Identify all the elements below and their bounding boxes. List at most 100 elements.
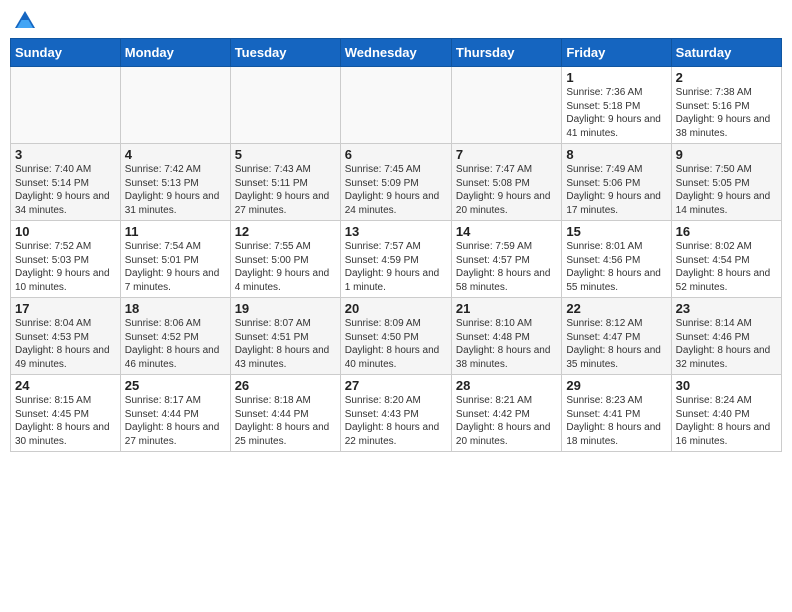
- day-info: Sunrise: 8:06 AM Sunset: 4:52 PM Dayligh…: [125, 317, 226, 371]
- day-info: Sunrise: 8:04 AM Sunset: 4:53 PM Dayligh…: [15, 317, 116, 371]
- calendar-cell: 13Sunrise: 7:57 AM Sunset: 4:59 PM Dayli…: [340, 221, 451, 298]
- day-info: Sunrise: 8:17 AM Sunset: 4:44 PM Dayligh…: [125, 394, 226, 448]
- page-header: [10, 10, 782, 30]
- calendar-cell: 8Sunrise: 7:49 AM Sunset: 5:06 PM Daylig…: [562, 144, 671, 221]
- day-info: Sunrise: 7:50 AM Sunset: 5:05 PM Dayligh…: [676, 163, 777, 217]
- day-number: 18: [125, 301, 226, 316]
- calendar-cell: 29Sunrise: 8:23 AM Sunset: 4:41 PM Dayli…: [562, 375, 671, 452]
- day-info: Sunrise: 7:43 AM Sunset: 5:11 PM Dayligh…: [235, 163, 336, 217]
- day-info: Sunrise: 7:55 AM Sunset: 5:00 PM Dayligh…: [235, 240, 336, 294]
- day-info: Sunrise: 7:52 AM Sunset: 5:03 PM Dayligh…: [15, 240, 116, 294]
- calendar-cell: 20Sunrise: 8:09 AM Sunset: 4:50 PM Dayli…: [340, 298, 451, 375]
- calendar-cell: 27Sunrise: 8:20 AM Sunset: 4:43 PM Dayli…: [340, 375, 451, 452]
- calendar-cell: 4Sunrise: 7:42 AM Sunset: 5:13 PM Daylig…: [120, 144, 230, 221]
- weekday-header: Friday: [562, 39, 671, 67]
- calendar-cell: 26Sunrise: 8:18 AM Sunset: 4:44 PM Dayli…: [230, 375, 340, 452]
- calendar-week-row: 24Sunrise: 8:15 AM Sunset: 4:45 PM Dayli…: [11, 375, 782, 452]
- calendar-cell: 2Sunrise: 7:38 AM Sunset: 5:16 PM Daylig…: [671, 67, 781, 144]
- logo-icon: [14, 10, 36, 30]
- day-number: 21: [456, 301, 557, 316]
- day-info: Sunrise: 7:42 AM Sunset: 5:13 PM Dayligh…: [125, 163, 226, 217]
- weekday-header: Tuesday: [230, 39, 340, 67]
- day-number: 25: [125, 378, 226, 393]
- calendar-cell: 11Sunrise: 7:54 AM Sunset: 5:01 PM Dayli…: [120, 221, 230, 298]
- day-number: 15: [566, 224, 666, 239]
- day-info: Sunrise: 7:40 AM Sunset: 5:14 PM Dayligh…: [15, 163, 116, 217]
- calendar-table: SundayMondayTuesdayWednesdayThursdayFrid…: [10, 38, 782, 452]
- day-number: 19: [235, 301, 336, 316]
- calendar-cell: [451, 67, 561, 144]
- day-info: Sunrise: 8:20 AM Sunset: 4:43 PM Dayligh…: [345, 394, 447, 448]
- calendar-cell: [230, 67, 340, 144]
- day-info: Sunrise: 7:59 AM Sunset: 4:57 PM Dayligh…: [456, 240, 557, 294]
- day-number: 5: [235, 147, 336, 162]
- day-info: Sunrise: 8:21 AM Sunset: 4:42 PM Dayligh…: [456, 394, 557, 448]
- calendar-cell: 3Sunrise: 7:40 AM Sunset: 5:14 PM Daylig…: [11, 144, 121, 221]
- calendar-cell: 21Sunrise: 8:10 AM Sunset: 4:48 PM Dayli…: [451, 298, 561, 375]
- weekday-header: Monday: [120, 39, 230, 67]
- calendar-week-row: 3Sunrise: 7:40 AM Sunset: 5:14 PM Daylig…: [11, 144, 782, 221]
- day-number: 14: [456, 224, 557, 239]
- day-info: Sunrise: 8:15 AM Sunset: 4:45 PM Dayligh…: [15, 394, 116, 448]
- day-number: 11: [125, 224, 226, 239]
- day-number: 24: [15, 378, 116, 393]
- day-number: 22: [566, 301, 666, 316]
- calendar-cell: [340, 67, 451, 144]
- day-info: Sunrise: 8:10 AM Sunset: 4:48 PM Dayligh…: [456, 317, 557, 371]
- calendar-cell: 12Sunrise: 7:55 AM Sunset: 5:00 PM Dayli…: [230, 221, 340, 298]
- day-info: Sunrise: 7:36 AM Sunset: 5:18 PM Dayligh…: [566, 86, 666, 140]
- day-number: 26: [235, 378, 336, 393]
- day-info: Sunrise: 8:23 AM Sunset: 4:41 PM Dayligh…: [566, 394, 666, 448]
- day-info: Sunrise: 8:02 AM Sunset: 4:54 PM Dayligh…: [676, 240, 777, 294]
- day-info: Sunrise: 7:54 AM Sunset: 5:01 PM Dayligh…: [125, 240, 226, 294]
- calendar-cell: 15Sunrise: 8:01 AM Sunset: 4:56 PM Dayli…: [562, 221, 671, 298]
- day-number: 27: [345, 378, 447, 393]
- day-info: Sunrise: 7:49 AM Sunset: 5:06 PM Dayligh…: [566, 163, 666, 217]
- calendar-cell: 28Sunrise: 8:21 AM Sunset: 4:42 PM Dayli…: [451, 375, 561, 452]
- calendar-cell: 14Sunrise: 7:59 AM Sunset: 4:57 PM Dayli…: [451, 221, 561, 298]
- day-number: 17: [15, 301, 116, 316]
- calendar-cell: 5Sunrise: 7:43 AM Sunset: 5:11 PM Daylig…: [230, 144, 340, 221]
- day-number: 12: [235, 224, 336, 239]
- weekday-header: Saturday: [671, 39, 781, 67]
- day-number: 8: [566, 147, 666, 162]
- calendar-week-row: 1Sunrise: 7:36 AM Sunset: 5:18 PM Daylig…: [11, 67, 782, 144]
- weekday-header: Sunday: [11, 39, 121, 67]
- weekday-header: Wednesday: [340, 39, 451, 67]
- day-number: 23: [676, 301, 777, 316]
- day-number: 3: [15, 147, 116, 162]
- weekday-header: Thursday: [451, 39, 561, 67]
- day-number: 29: [566, 378, 666, 393]
- day-info: Sunrise: 7:57 AM Sunset: 4:59 PM Dayligh…: [345, 240, 447, 294]
- calendar-cell: 24Sunrise: 8:15 AM Sunset: 4:45 PM Dayli…: [11, 375, 121, 452]
- calendar-week-row: 10Sunrise: 7:52 AM Sunset: 5:03 PM Dayli…: [11, 221, 782, 298]
- calendar-cell: 19Sunrise: 8:07 AM Sunset: 4:51 PM Dayli…: [230, 298, 340, 375]
- day-info: Sunrise: 7:47 AM Sunset: 5:08 PM Dayligh…: [456, 163, 557, 217]
- calendar-cell: 1Sunrise: 7:36 AM Sunset: 5:18 PM Daylig…: [562, 67, 671, 144]
- day-number: 16: [676, 224, 777, 239]
- day-number: 10: [15, 224, 116, 239]
- day-info: Sunrise: 8:01 AM Sunset: 4:56 PM Dayligh…: [566, 240, 666, 294]
- calendar-cell: 9Sunrise: 7:50 AM Sunset: 5:05 PM Daylig…: [671, 144, 781, 221]
- day-number: 28: [456, 378, 557, 393]
- day-info: Sunrise: 8:09 AM Sunset: 4:50 PM Dayligh…: [345, 317, 447, 371]
- day-number: 2: [676, 70, 777, 85]
- calendar-cell: 17Sunrise: 8:04 AM Sunset: 4:53 PM Dayli…: [11, 298, 121, 375]
- calendar-cell: 10Sunrise: 7:52 AM Sunset: 5:03 PM Dayli…: [11, 221, 121, 298]
- calendar-cell: 22Sunrise: 8:12 AM Sunset: 4:47 PM Dayli…: [562, 298, 671, 375]
- calendar-cell: 25Sunrise: 8:17 AM Sunset: 4:44 PM Dayli…: [120, 375, 230, 452]
- day-info: Sunrise: 8:14 AM Sunset: 4:46 PM Dayligh…: [676, 317, 777, 371]
- calendar-week-row: 17Sunrise: 8:04 AM Sunset: 4:53 PM Dayli…: [11, 298, 782, 375]
- day-number: 6: [345, 147, 447, 162]
- day-info: Sunrise: 7:38 AM Sunset: 5:16 PM Dayligh…: [676, 86, 777, 140]
- calendar-cell: 18Sunrise: 8:06 AM Sunset: 4:52 PM Dayli…: [120, 298, 230, 375]
- day-info: Sunrise: 8:12 AM Sunset: 4:47 PM Dayligh…: [566, 317, 666, 371]
- day-number: 7: [456, 147, 557, 162]
- day-number: 4: [125, 147, 226, 162]
- day-info: Sunrise: 8:07 AM Sunset: 4:51 PM Dayligh…: [235, 317, 336, 371]
- calendar-cell: 30Sunrise: 8:24 AM Sunset: 4:40 PM Dayli…: [671, 375, 781, 452]
- day-info: Sunrise: 7:45 AM Sunset: 5:09 PM Dayligh…: [345, 163, 447, 217]
- logo: [14, 10, 40, 30]
- day-number: 1: [566, 70, 666, 85]
- calendar-header-row: SundayMondayTuesdayWednesdayThursdayFrid…: [11, 39, 782, 67]
